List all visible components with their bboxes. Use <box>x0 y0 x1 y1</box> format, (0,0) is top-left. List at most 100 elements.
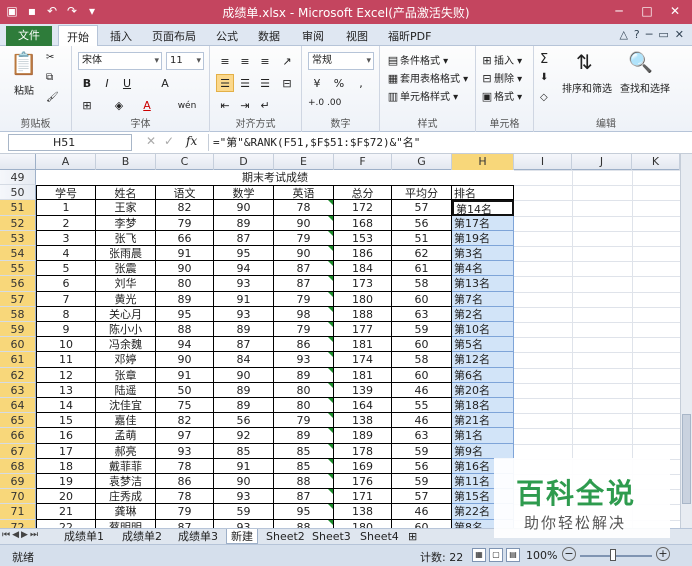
table-cell[interactable]: 沈佳宜 <box>96 398 156 414</box>
doc-close-icon[interactable]: ✕ <box>675 28 684 41</box>
table-cell[interactable]: 90 <box>274 246 334 262</box>
table-cell[interactable]: 10 <box>36 337 96 353</box>
table-cell[interactable]: 13 <box>36 382 96 398</box>
tab-review[interactable]: 审阅 <box>302 28 324 44</box>
table-cell[interactable]: 85 <box>274 458 334 474</box>
table-cell[interactable]: 78 <box>156 489 214 505</box>
table-cell[interactable]: 93 <box>214 489 274 505</box>
table-cell[interactable]: 82 <box>156 200 214 216</box>
row-header[interactable]: 65 <box>0 413 36 429</box>
sheet-tab[interactable]: Sheet4 <box>356 529 403 544</box>
table-cell[interactable]: 88 <box>156 322 214 338</box>
table-cell[interactable]: 63 <box>392 306 452 322</box>
align-left-icon[interactable]: ☰ <box>216 74 234 92</box>
table-cell[interactable]: 95 <box>214 246 274 262</box>
table-cell[interactable]: 93 <box>214 276 274 292</box>
table-cell[interactable]: 1 <box>36 200 96 216</box>
sheet-tab[interactable]: 新建 <box>226 529 258 544</box>
row-header[interactable]: 53 <box>0 230 36 246</box>
table-cell[interactable]: 97 <box>156 428 214 444</box>
row-header[interactable]: 61 <box>0 352 36 368</box>
table-cell[interactable]: 75 <box>156 398 214 414</box>
tab-data[interactable]: 数据 <box>258 28 280 44</box>
table-cell[interactable]: 56 <box>392 458 452 474</box>
row-header[interactable]: 71 <box>0 504 36 520</box>
rank-cell[interactable]: 第6名 <box>452 367 514 383</box>
align-bottom-icon[interactable]: ≡ <box>256 52 274 70</box>
underline-button[interactable]: U <box>118 74 136 92</box>
help-icon[interactable]: ? <box>634 28 640 41</box>
row-header[interactable]: 58 <box>0 306 36 322</box>
sheet-tab[interactable]: Sheet3 <box>308 529 355 544</box>
table-cell[interactable]: 89 <box>214 322 274 338</box>
table-cell[interactable]: 22 <box>36 519 96 528</box>
table-cell[interactable]: 张雨晨 <box>96 246 156 262</box>
table-cell[interactable]: 3 <box>36 230 96 246</box>
clear-icon[interactable]: ◇ <box>540 92 548 103</box>
table-cell[interactable]: 78 <box>274 200 334 216</box>
maximize-icon[interactable]: □ <box>634 2 660 20</box>
table-cell[interactable]: 7 <box>36 291 96 307</box>
table-cell[interactable]: 58 <box>392 276 452 292</box>
row-header[interactable]: 51 <box>0 200 36 216</box>
row-header[interactable]: 72 <box>0 519 36 528</box>
last-sheet-icon[interactable]: ⏭ <box>30 530 38 540</box>
table-cell[interactable]: 刘华 <box>96 276 156 292</box>
column-title[interactable]: 排名 <box>452 185 514 201</box>
table-cell[interactable]: 12 <box>36 367 96 383</box>
table-cell[interactable]: 173 <box>334 276 392 292</box>
row-header[interactable]: 56 <box>0 276 36 292</box>
table-cell[interactable]: 5 <box>36 261 96 277</box>
table-cell[interactable]: 59 <box>392 322 452 338</box>
orientation-icon[interactable]: ↗ <box>278 52 296 70</box>
column-title[interactable]: 数学 <box>214 185 274 201</box>
table-cell[interactable]: 90 <box>274 215 334 231</box>
table-cell[interactable]: 55 <box>392 398 452 414</box>
column-header[interactable]: D <box>214 154 274 170</box>
table-cell[interactable]: 19 <box>36 474 96 490</box>
insert-function-button[interactable]: fx <box>186 134 197 148</box>
format-painter-icon[interactable]: 🖌 <box>46 92 59 103</box>
table-cell[interactable]: 88 <box>274 519 334 528</box>
tab-home[interactable]: 开始 <box>58 25 98 46</box>
font-name-select[interactable]: 宋体 <box>78 52 162 70</box>
column-header[interactable]: E <box>274 154 334 170</box>
table-cell[interactable]: 关心月 <box>96 306 156 322</box>
table-cell[interactable]: 89 <box>214 398 274 414</box>
row-header[interactable]: 59 <box>0 322 36 338</box>
column-title[interactable]: 姓名 <box>96 185 156 201</box>
rank-cell[interactable]: 第5名 <box>452 337 514 353</box>
table-cell[interactable]: 94 <box>214 261 274 277</box>
table-cell[interactable]: 15 <box>36 413 96 429</box>
conditional-format-button[interactable]: ▤ 条件格式 ▾ <box>386 52 448 68</box>
table-cell[interactable]: 6 <box>36 276 96 292</box>
table-cell[interactable]: 63 <box>392 428 452 444</box>
table-cell[interactable]: 87 <box>274 489 334 505</box>
table-cell[interactable]: 李梦 <box>96 215 156 231</box>
borders-icon[interactable]: ⊞ <box>78 96 96 114</box>
table-cell[interactable]: 174 <box>334 352 392 368</box>
italic-button[interactable]: I <box>98 74 116 92</box>
table-cell[interactable]: 邓婷 <box>96 352 156 368</box>
formula-input[interactable]: ="第"&RANK(F51,$F$51:$F$72)&"名" <box>208 134 672 151</box>
rank-cell[interactable]: 第19名 <box>452 230 514 246</box>
paste-icon[interactable]: 📋 <box>10 52 37 77</box>
table-cell[interactable]: 戴菲菲 <box>96 458 156 474</box>
table-cell[interactable]: 冯余魏 <box>96 337 156 353</box>
table-cell[interactable]: 79 <box>156 215 214 231</box>
row-header[interactable]: 57 <box>0 291 36 307</box>
table-cell[interactable]: 张飞 <box>96 230 156 246</box>
table-cell[interactable]: 90 <box>214 200 274 216</box>
table-cell[interactable]: 91 <box>156 367 214 383</box>
enter-icon[interactable]: ✓ <box>164 134 174 148</box>
next-sheet-icon[interactable]: ▶ <box>21 530 28 540</box>
zoom-slider-thumb[interactable] <box>610 549 616 561</box>
table-cell[interactable]: 56 <box>214 413 274 429</box>
table-cell[interactable]: 56 <box>392 215 452 231</box>
table-cell[interactable]: 80 <box>156 276 214 292</box>
rank-cell[interactable]: 第1名 <box>452 428 514 444</box>
table-cell[interactable]: 91 <box>156 246 214 262</box>
table-cell[interactable]: 46 <box>392 413 452 429</box>
table-cell[interactable]: 18 <box>36 458 96 474</box>
sheet-tab[interactable]: Sheet2 <box>262 529 309 544</box>
